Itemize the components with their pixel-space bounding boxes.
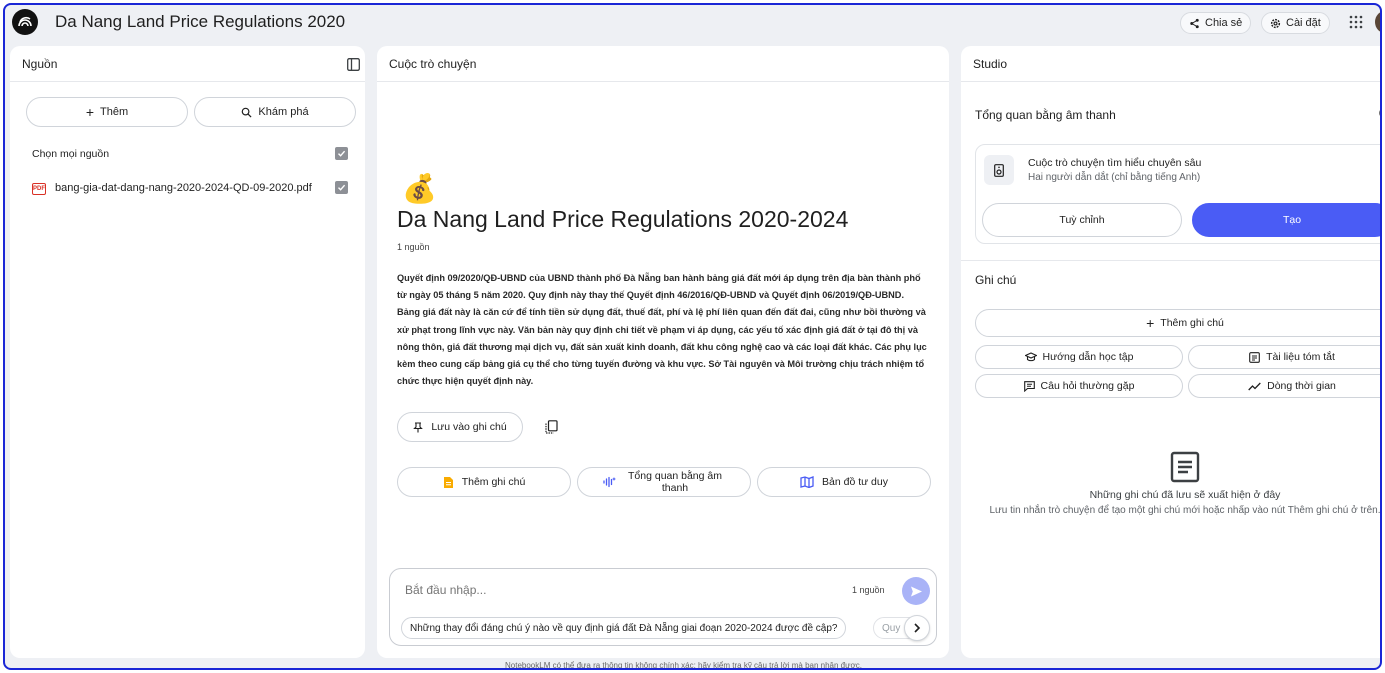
plus-icon: + bbox=[1146, 315, 1155, 331]
graduation-cap-icon bbox=[1024, 352, 1037, 362]
discover-search-icon bbox=[242, 107, 252, 118]
sources-header: Nguồn bbox=[10, 46, 365, 82]
copy-icon[interactable] bbox=[545, 420, 558, 434]
app-frame: Da Nang Land Price Regulations 2020-2024… bbox=[3, 3, 1382, 670]
settings-button[interactable]: Cài đặt bbox=[1261, 12, 1330, 34]
discover-label: Khám phá bbox=[258, 106, 309, 118]
chat-composer: 1 nguồn Những thay đổi đáng chú ý nào về… bbox=[389, 568, 937, 646]
apps-grid-icon[interactable] bbox=[1348, 14, 1364, 30]
document-icon bbox=[1249, 351, 1260, 363]
generate-label: Tạo bbox=[1282, 214, 1302, 226]
audio-overview-card: Cuộc trò chuyện tìm hiểu chuyên sâu Hai … bbox=[975, 144, 1380, 244]
settings-label: Cài đặt bbox=[1286, 17, 1321, 29]
studio-header: Studio bbox=[961, 46, 1380, 82]
add-source-label: Thêm bbox=[100, 106, 129, 118]
studio-panel: Studio Tổng quan bằng âm thanh Cuộc trò … bbox=[961, 46, 1382, 658]
suggestion-text: Những thay đổi đáng chú ý nào về quy địn… bbox=[410, 622, 838, 634]
send-button[interactable] bbox=[902, 577, 930, 605]
share-button[interactable]: Chia sẻ bbox=[1180, 12, 1252, 34]
notes-empty-title: Những ghi chú đã lưu sẽ xuất hiện ở đây bbox=[1089, 489, 1281, 501]
study-guide-button[interactable]: Hướng dẫn học tập bbox=[975, 345, 1183, 369]
speaker-icon bbox=[984, 155, 1014, 185]
audio-wave-icon bbox=[603, 476, 616, 488]
chat-bubble-icon bbox=[1023, 380, 1035, 392]
disclaimer-note: NotebookLM có thể đưa ra thông tin không… bbox=[505, 661, 862, 670]
info-icon[interactable] bbox=[1379, 106, 1382, 120]
save-to-note-button[interactable]: Lưu vào ghi chú bbox=[397, 412, 523, 442]
study-guide-label: Hướng dẫn học tập bbox=[1042, 351, 1134, 363]
notebook-heading: Da Nang Land Price Regulations 2020-2024 bbox=[397, 206, 849, 232]
note-doc-icon bbox=[443, 476, 453, 488]
timeline-button[interactable]: Dòng thời gian bbox=[1188, 374, 1380, 398]
add-note-label: Thêm ghi chú bbox=[1160, 317, 1224, 329]
notebook-title[interactable]: Da Nang Land Price Regulations 2020-2024 bbox=[55, 12, 345, 32]
chat-title: Cuộc trò chuyện bbox=[389, 56, 477, 71]
pin-icon bbox=[413, 421, 424, 432]
add-source-button[interactable]: + Thêm bbox=[26, 97, 188, 127]
source-filename: bang-gia-dat-dang-nang-2020-2024-QD-09-2… bbox=[55, 182, 312, 194]
source-checkbox[interactable] bbox=[335, 181, 348, 194]
map-icon bbox=[800, 476, 814, 488]
discover-button[interactable]: Khám phá bbox=[194, 97, 356, 127]
chat-input[interactable] bbox=[405, 583, 805, 597]
studio-title: Studio bbox=[973, 56, 1008, 71]
audio-card-title: Cuộc trò chuyện tìm hiểu chuyên sâu bbox=[1028, 157, 1202, 169]
chat-panel: Cuộc trò chuyện 💰 Da Nang Land Price Reg… bbox=[377, 46, 949, 658]
generate-button[interactable]: Tạo bbox=[1192, 203, 1380, 237]
composer-source-count: 1 nguồn bbox=[852, 585, 885, 595]
notebooklm-logo-icon[interactable] bbox=[12, 9, 38, 35]
send-icon bbox=[910, 586, 922, 596]
notebook-emoji-icon: 💰 bbox=[402, 173, 437, 204]
audio-overview-chat-button[interactable]: Tổng quan bằng âm thanh bbox=[577, 467, 751, 497]
mind-map-button[interactable]: Bản đồ tư duy bbox=[757, 467, 931, 497]
suggestion-text-2: Quy bbox=[882, 622, 901, 634]
sources-panel: Nguồn + Thêm Khám phá Chọn mọi nguồn PDF… bbox=[10, 46, 365, 658]
plus-icon: + bbox=[85, 104, 95, 120]
top-bar: Da Nang Land Price Regulations 2020-2024… bbox=[5, 5, 1380, 41]
notebook-summary: Quyết định 09/2020/QĐ-UBND của UBND thàn… bbox=[397, 273, 927, 387]
timeline-label: Dòng thời gian bbox=[1267, 380, 1336, 392]
share-icon bbox=[1190, 18, 1199, 28]
select-all-checkbox[interactable] bbox=[335, 147, 348, 160]
notes-empty-icon bbox=[1170, 451, 1200, 483]
briefing-doc-button[interactable]: Tài liệu tóm tắt bbox=[1188, 345, 1380, 369]
faq-button[interactable]: Câu hỏi thường gặp bbox=[975, 374, 1183, 398]
notebook-source-count: 1 nguồn bbox=[397, 242, 430, 252]
user-avatar[interactable] bbox=[1375, 11, 1380, 33]
add-note-chat-label: Thêm ghi chú bbox=[461, 476, 526, 488]
trend-icon bbox=[1248, 382, 1261, 390]
collapse-panel-icon[interactable] bbox=[347, 58, 360, 71]
customize-label: Tuỳ chỉnh bbox=[1059, 214, 1105, 226]
chat-header: Cuộc trò chuyện bbox=[377, 46, 949, 82]
chevron-right-icon bbox=[914, 623, 921, 633]
share-label: Chia sẻ bbox=[1205, 17, 1243, 29]
faq-label: Câu hỏi thường gặp bbox=[1040, 380, 1135, 392]
sources-title: Nguồn bbox=[22, 56, 58, 71]
gear-icon bbox=[1270, 18, 1281, 28]
add-note-button[interactable]: + Thêm ghi chú bbox=[975, 309, 1380, 337]
customize-button[interactable]: Tuỳ chỉnh bbox=[982, 203, 1182, 237]
notes-empty-description: Lưu tin nhắn trò chuyện để tạo một ghi c… bbox=[989, 505, 1381, 516]
mind-map-label: Bản đồ tư duy bbox=[822, 476, 888, 488]
audio-card-subtitle: Hai người dẫn dắt (chỉ bằng tiếng Anh) bbox=[1028, 172, 1201, 183]
audio-overview-section-title: Tổng quan bằng âm thanh bbox=[975, 108, 1116, 122]
studio-divider bbox=[961, 260, 1380, 261]
suggestion-chip[interactable]: Những thay đổi đáng chú ý nào về quy địn… bbox=[401, 617, 847, 639]
pdf-icon: PDF bbox=[32, 183, 46, 195]
audio-overview-chat-label: Tổng quan bằng âm thanh bbox=[628, 470, 722, 494]
notes-section-title: Ghi chú bbox=[975, 273, 1017, 287]
briefing-doc-label: Tài liệu tóm tắt bbox=[1266, 351, 1335, 363]
select-all-label: Chọn mọi nguồn bbox=[32, 148, 110, 160]
suggestions-next-button[interactable] bbox=[904, 615, 930, 641]
save-to-note-label: Lưu vào ghi chú bbox=[431, 421, 507, 433]
add-note-chat-button[interactable]: Thêm ghi chú bbox=[397, 467, 571, 497]
